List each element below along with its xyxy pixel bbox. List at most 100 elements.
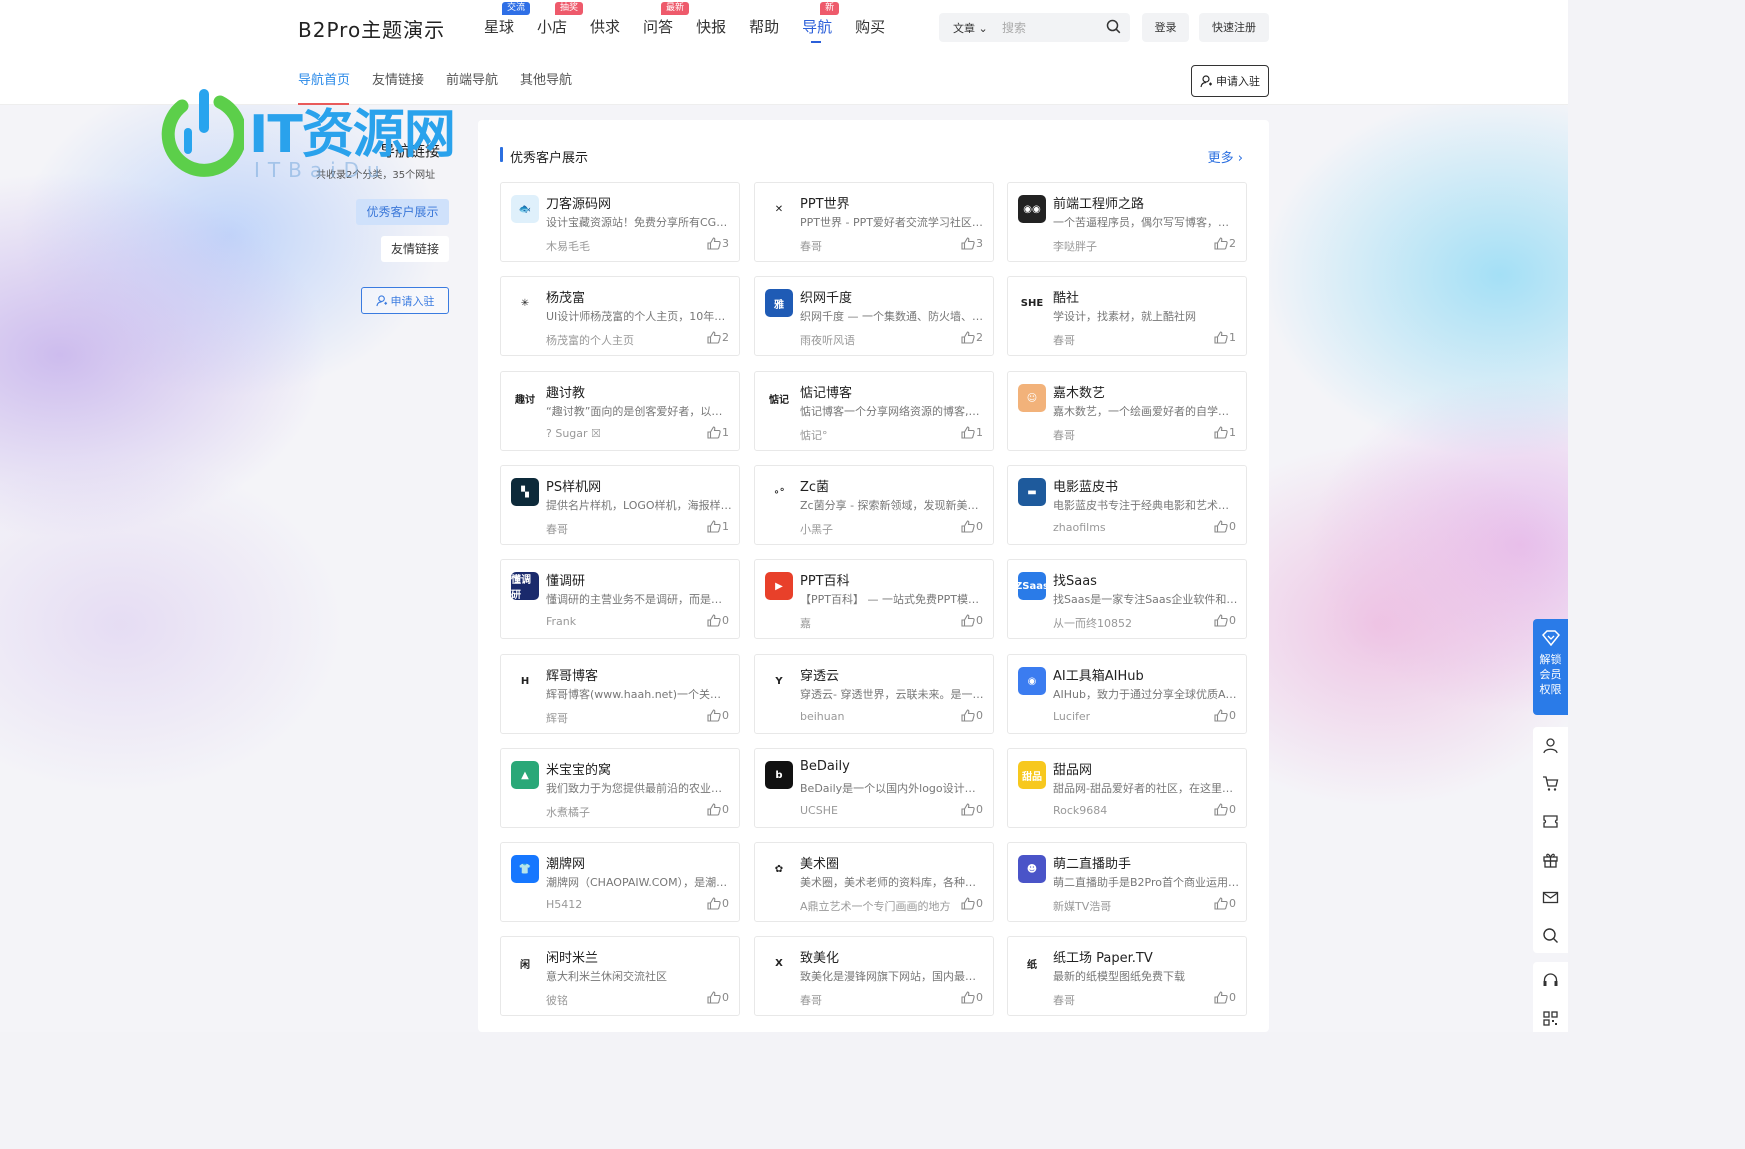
- like-button[interactable]: 2: [707, 331, 729, 344]
- site-card[interactable]: ▶ PPT百科 【PPT百科】 — 一站式免费PPT模板… 嘉 0: [754, 559, 994, 639]
- nav-item-1[interactable]: 小店 抽奖: [537, 2, 584, 37]
- site-name[interactable]: 织网千度: [800, 287, 852, 306]
- like-button[interactable]: 1: [1214, 331, 1236, 344]
- site-name[interactable]: PPT世界: [800, 193, 850, 212]
- site-card[interactable]: 闲闲时米兰 意大利米兰休闲交流社区 彼铭 0: [500, 936, 740, 1016]
- site-card[interactable]: ▬ 电影蓝皮书 电影蓝皮书专注于经典电影和艺术电… zhaofilms 0: [1007, 465, 1247, 545]
- site-card[interactable]: 👕 潮牌网 潮牌网（CHAOPAIW.COM），是潮… H5412 0: [500, 842, 740, 922]
- site-name[interactable]: 潮牌网: [546, 853, 585, 872]
- like-button[interactable]: 2: [961, 331, 983, 344]
- nav-item-7[interactable]: 购买: [855, 17, 885, 37]
- site-name[interactable]: 前端工程师之路: [1053, 193, 1144, 212]
- like-button[interactable]: 0: [961, 991, 983, 1004]
- sidebar-item-clients[interactable]: 优秀客户展示: [356, 199, 449, 225]
- site-card[interactable]: 雅织网千度 织网千度 — 一个集数通、防火墙、无… 雨夜听风语 2: [754, 276, 994, 356]
- unlock-vip-button[interactable]: 解锁 会员 权限: [1533, 619, 1568, 715]
- site-name[interactable]: PPT百科: [800, 570, 850, 589]
- site-card[interactable]: 甜品 甜品网 甜品网-甜品爱好者的社区，在这里… Rock9684 0: [1007, 748, 1247, 828]
- nav-item-5[interactable]: 帮助: [749, 17, 779, 37]
- nav-item-4[interactable]: 快报: [696, 17, 726, 37]
- site-name[interactable]: 趣讨教: [546, 382, 585, 401]
- site-name[interactable]: 美术圈: [800, 853, 839, 872]
- site-name[interactable]: 嘉木数艺: [1053, 382, 1105, 401]
- like-button[interactable]: 0: [1214, 897, 1236, 910]
- site-name[interactable]: 纸工场 Paper.TV: [1053, 947, 1153, 966]
- site-card[interactable]: 🐟 刀客源码网 设计宝藏资源站！免费分享所有CG… 木易毛毛 3: [500, 182, 740, 262]
- like-button[interactable]: 0: [1214, 991, 1236, 1004]
- sidebar-apply-button[interactable]: 申请入驻: [361, 287, 449, 314]
- site-name[interactable]: AI工具箱AIHub: [1053, 665, 1144, 684]
- site-name[interactable]: BeDaily: [800, 759, 850, 774]
- site-card[interactable]: ✿ 美术圈 美术圈，美术老师的资料库，各种美… A鼎立艺术一个专门画画的地方 0: [754, 842, 994, 922]
- nav-item-6[interactable]: 导航新: [802, 2, 840, 43]
- site-name[interactable]: 刀客源码网: [546, 193, 611, 212]
- site-name[interactable]: 杨茂富: [546, 287, 585, 306]
- site-card[interactable]: ☺ 嘉木数艺 嘉木数艺，一个绘画爱好者的自学平… 春哥 1: [1007, 371, 1247, 451]
- like-button[interactable]: 1: [707, 426, 729, 439]
- site-card[interactable]: ✳ 杨茂富 UI设计师杨茂富的个人主页，10年… 杨茂富的个人主页 2: [500, 276, 740, 356]
- like-button[interactable]: 0: [961, 803, 983, 816]
- register-button[interactable]: 快速注册: [1199, 13, 1269, 42]
- site-card[interactable]: 趣讨 趣讨教 “趣讨教”面向的是创客爱好者，以… ? Sugar ☒ 1: [500, 371, 740, 451]
- site-name[interactable]: 找Saas: [1053, 570, 1097, 589]
- message-icon[interactable]: [1542, 889, 1559, 910]
- site-card[interactable]: ▚ PS样机网 提供名片样机，LOGO样机，海报样… 春哥 1: [500, 465, 740, 545]
- site-name[interactable]: PS样机网: [546, 476, 601, 495]
- site-card[interactable]: ZSaas 找Saas 找Saas是一家专注Saas企业软件和… 从一而终10852 0: [1007, 559, 1247, 639]
- search-input[interactable]: 搜索: [1002, 19, 1026, 36]
- subnav-item-3[interactable]: 其他导航: [520, 72, 572, 90]
- search-box[interactable]: 文章 ⌄ 搜索: [939, 13, 1130, 42]
- qrcode-icon[interactable]: [1542, 1010, 1559, 1031]
- site-name[interactable]: 电影蓝皮书: [1053, 476, 1118, 495]
- site-card[interactable]: ∘° Zc菌 Zc菌分享 - 探索新领域，发现新美好… 小黑子 0: [754, 465, 994, 545]
- search-category-select[interactable]: 文章 ⌄: [953, 20, 988, 36]
- site-logo[interactable]: B2Pro主题演示: [298, 14, 445, 43]
- search-icon[interactable]: [1106, 19, 1121, 38]
- like-button[interactable]: 0: [707, 614, 729, 627]
- nav-item-2[interactable]: 供求: [590, 17, 620, 37]
- site-name[interactable]: 穿透云: [800, 665, 839, 684]
- site-card[interactable]: 懂调研 懂调研 懂调研的主营业务不是调研，而是测… Frank 0: [500, 559, 740, 639]
- like-button[interactable]: 1: [1214, 426, 1236, 439]
- site-name[interactable]: 辉哥博客: [546, 665, 598, 684]
- login-button[interactable]: 登录: [1142, 13, 1189, 42]
- like-button[interactable]: 3: [707, 237, 729, 250]
- search-icon[interactable]: [1542, 927, 1559, 948]
- site-name[interactable]: Zc菌: [800, 476, 829, 495]
- like-button[interactable]: 0: [1214, 803, 1236, 816]
- site-card[interactable]: H 辉哥博客 辉哥博客(www.haah.net)一个关注… 辉哥 0: [500, 654, 740, 734]
- like-button[interactable]: 1: [961, 426, 983, 439]
- site-card[interactable]: b BeDaily BeDaily是一个以国内外logo设计分… UCSHE 0: [754, 748, 994, 828]
- more-link[interactable]: 更多 ›: [1208, 147, 1243, 166]
- like-button[interactable]: 2: [1214, 237, 1236, 250]
- site-name[interactable]: 米宝宝的窝: [546, 759, 611, 778]
- site-card[interactable]: 惦记 惦记博客 惦记博客一个分享网络资源的博客,… 惦记° 1: [754, 371, 994, 451]
- like-button[interactable]: 1: [707, 520, 729, 533]
- apply-join-button[interactable]: 申请入驻: [1191, 65, 1269, 97]
- site-card[interactable]: X 致美化 致美化是漫锋网旗下网站，国内最专… 春哥 0: [754, 936, 994, 1016]
- site-card[interactable]: ☻ 萌二直播助手 萌二直播助手是B2Pro首个商业运用… 新媒TV浩哥 0: [1007, 842, 1247, 922]
- like-button[interactable]: 0: [1214, 520, 1236, 533]
- site-card[interactable]: SHE 酷社 学设计，找素材，就上酷社网 春哥 1: [1007, 276, 1247, 356]
- like-button[interactable]: 0: [707, 897, 729, 910]
- site-name[interactable]: 惦记博客: [800, 382, 852, 401]
- site-card[interactable]: 纸纸工场 Paper.TV 最新的纸模型图纸免费下载 春哥 0: [1007, 936, 1247, 1016]
- like-button[interactable]: 0: [707, 709, 729, 722]
- headset-icon[interactable]: [1542, 972, 1559, 993]
- site-name[interactable]: 甜品网: [1053, 759, 1092, 778]
- site-card[interactable]: ▲ 米宝宝的窝 我们致力于为您提供最前沿的农业农… 水煮橘子 0: [500, 748, 740, 828]
- gift-icon[interactable]: [1542, 851, 1559, 872]
- like-button[interactable]: 0: [707, 991, 729, 1004]
- ticket-icon[interactable]: [1542, 813, 1559, 834]
- like-button[interactable]: 0: [707, 803, 729, 816]
- nav-item-0[interactable]: 星球 交流: [484, 2, 531, 37]
- like-button[interactable]: 0: [961, 614, 983, 627]
- site-card[interactable]: Y 穿透云 穿透云- 穿透世界，云联未来。是一… beihuan 0: [754, 654, 994, 734]
- like-button[interactable]: 0: [1214, 709, 1236, 722]
- site-name[interactable]: 懂调研: [546, 570, 585, 589]
- site-name[interactable]: 致美化: [800, 947, 839, 966]
- site-name[interactable]: 酷社: [1053, 287, 1079, 306]
- site-card[interactable]: ✕ PPT世界 PPT世界 - PPT爱好者交流学习社区… 春哥 3: [754, 182, 994, 262]
- sidebar-item-friend-links[interactable]: 友情链接: [381, 236, 449, 262]
- like-button[interactable]: 0: [961, 520, 983, 533]
